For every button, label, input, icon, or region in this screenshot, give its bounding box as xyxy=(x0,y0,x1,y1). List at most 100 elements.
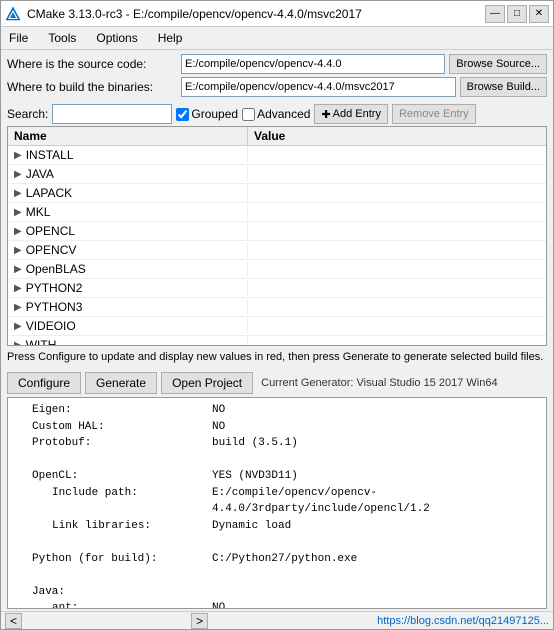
row-name: ▶ INSTALL xyxy=(8,147,248,163)
table-row[interactable]: ▶ JAVA xyxy=(8,165,546,184)
log-line: YES (NVD3D11) xyxy=(212,468,542,485)
expand-icon[interactable]: ▶ xyxy=(14,169,22,180)
menu-help[interactable]: Help xyxy=(154,29,187,47)
row-name: ▶ JAVA xyxy=(8,166,248,182)
minimize-button[interactable]: — xyxy=(485,5,505,23)
titlebar: CMake 3.13.0-rc3 - E:/compile/opencv/ope… xyxy=(1,1,553,27)
grouped-label: Grouped xyxy=(191,107,238,121)
expand-icon[interactable]: ▶ xyxy=(14,283,22,294)
log-line: ant: xyxy=(12,600,212,609)
row-name: ▶ MKL xyxy=(8,204,248,220)
cmake-icon xyxy=(5,6,21,22)
browse-source-button[interactable]: Browse Source... xyxy=(449,54,547,74)
binaries-label: Where to build the binaries: xyxy=(7,80,177,94)
row-value xyxy=(248,230,546,232)
grouped-checkbox[interactable] xyxy=(176,108,189,121)
expand-icon[interactable]: ▶ xyxy=(14,188,22,199)
log-spacer xyxy=(12,452,212,469)
log-area: Eigen: NO Custom HAL: NO Protobuf: build… xyxy=(7,397,547,609)
row-name: ▶ LAPACK xyxy=(8,185,248,201)
main-window: CMake 3.13.0-rc3 - E:/compile/opencv/ope… xyxy=(0,0,554,630)
form-area: Where is the source code: Browse Source.… xyxy=(1,50,553,101)
row-name: ▶ PYTHON2 xyxy=(8,280,248,296)
log-spacer xyxy=(12,534,212,551)
binaries-input[interactable] xyxy=(181,77,456,97)
log-line: NO xyxy=(212,600,542,609)
maximize-button[interactable]: □ xyxy=(507,5,527,23)
expand-icon[interactable]: ▶ xyxy=(14,207,22,218)
log-line: Custom HAL: xyxy=(12,419,212,436)
expand-icon[interactable]: ▶ xyxy=(14,226,22,237)
table-row[interactable]: ▶ OpenBLAS xyxy=(8,260,546,279)
table-row[interactable]: ▶ WITH xyxy=(8,336,546,346)
remove-entry-button[interactable]: Remove Entry xyxy=(392,104,476,124)
grouped-checkbox-label[interactable]: Grouped xyxy=(176,107,238,121)
menu-file[interactable]: File xyxy=(5,29,32,47)
search-input[interactable] xyxy=(52,104,172,124)
log-line: Link libraries: xyxy=(12,518,212,535)
log-line: build (3.5.1) xyxy=(212,435,542,452)
advanced-label: Advanced xyxy=(257,107,310,121)
bottom-bar: < > https://blog.csdn.net/qq21497125... xyxy=(1,611,553,629)
row-value xyxy=(248,211,546,213)
row-value xyxy=(248,173,546,175)
table-row[interactable]: ▶ LAPACK xyxy=(8,184,546,203)
row-name: ▶ PYTHON3 xyxy=(8,299,248,315)
log-line: Java: xyxy=(12,584,212,601)
source-label: Where is the source code: xyxy=(7,57,177,71)
row-value xyxy=(248,192,546,194)
row-name: ▶ OpenBLAS xyxy=(8,261,248,277)
row-value xyxy=(248,268,546,270)
table-row[interactable]: ▶ VIDEOIO xyxy=(8,317,546,336)
table-row[interactable]: ▶ MKL xyxy=(8,203,546,222)
status-bar: Press Configure to update and display ne… xyxy=(1,346,553,369)
row-value xyxy=(248,287,546,289)
expand-icon[interactable]: ▶ xyxy=(14,150,22,161)
advanced-checkbox[interactable] xyxy=(242,108,255,121)
row-name: ▶ VIDEOIO xyxy=(8,318,248,334)
log-line: NO xyxy=(212,402,542,419)
name-column-header: Name xyxy=(8,127,248,145)
log-line: NO xyxy=(212,419,542,436)
generator-label: Current Generator: Visual Studio 15 2017… xyxy=(261,377,497,389)
expand-icon[interactable]: ▶ xyxy=(14,321,22,332)
add-entry-label: Add Entry xyxy=(333,108,381,120)
table-row[interactable]: ▶ PYTHON2 xyxy=(8,279,546,298)
expand-icon[interactable]: ▶ xyxy=(14,264,22,275)
log-line: Include path: xyxy=(12,485,212,518)
row-value xyxy=(248,154,546,156)
open-project-button[interactable]: Open Project xyxy=(161,372,253,394)
generate-button[interactable]: Generate xyxy=(85,372,157,394)
table-row[interactable]: ▶ PYTHON3 xyxy=(8,298,546,317)
configure-button[interactable]: Configure xyxy=(7,372,81,394)
log-line: Eigen: xyxy=(12,402,212,419)
log-line: Python (for build): xyxy=(12,551,212,568)
table-row[interactable]: ▶ OPENCL xyxy=(8,222,546,241)
close-button[interactable]: ✕ xyxy=(529,5,549,23)
table-row[interactable]: ▶ INSTALL xyxy=(8,146,546,165)
expand-icon[interactable]: ▶ xyxy=(14,245,22,256)
table-row[interactable]: ▶ OPENCV xyxy=(8,241,546,260)
binaries-row: Where to build the binaries: Browse Buil… xyxy=(7,77,547,97)
search-row: Search: Grouped Advanced ✚ Add Entry Rem… xyxy=(1,101,553,126)
add-entry-button[interactable]: ✚ Add Entry xyxy=(314,104,388,124)
scroll-right-button[interactable]: > xyxy=(191,613,208,629)
row-value xyxy=(248,249,546,251)
row-name: ▶ OPENCV xyxy=(8,242,248,258)
table-header: Name Value xyxy=(8,127,546,146)
scroll-left-button[interactable]: < xyxy=(5,613,22,629)
log-line: Protobuf: xyxy=(12,435,212,452)
status-text: Press Configure to update and display ne… xyxy=(7,351,543,363)
menu-options[interactable]: Options xyxy=(92,29,141,47)
source-input[interactable] xyxy=(181,54,445,74)
expand-icon[interactable]: ▶ xyxy=(14,302,22,313)
log-line: C:/Python27/python.exe xyxy=(212,551,542,568)
window-controls: — □ ✕ xyxy=(485,5,549,23)
menu-tools[interactable]: Tools xyxy=(44,29,80,47)
advanced-checkbox-label[interactable]: Advanced xyxy=(242,107,310,121)
log-line: E:/compile/opencv/opencv-4.4.0/3rdparty/… xyxy=(212,485,542,518)
blog-link[interactable]: https://blog.csdn.net/qq21497125... xyxy=(377,615,549,627)
browse-build-button[interactable]: Browse Build... xyxy=(460,77,547,97)
row-name: ▶ OPENCL xyxy=(8,223,248,239)
row-name: ▶ WITH xyxy=(8,337,248,346)
